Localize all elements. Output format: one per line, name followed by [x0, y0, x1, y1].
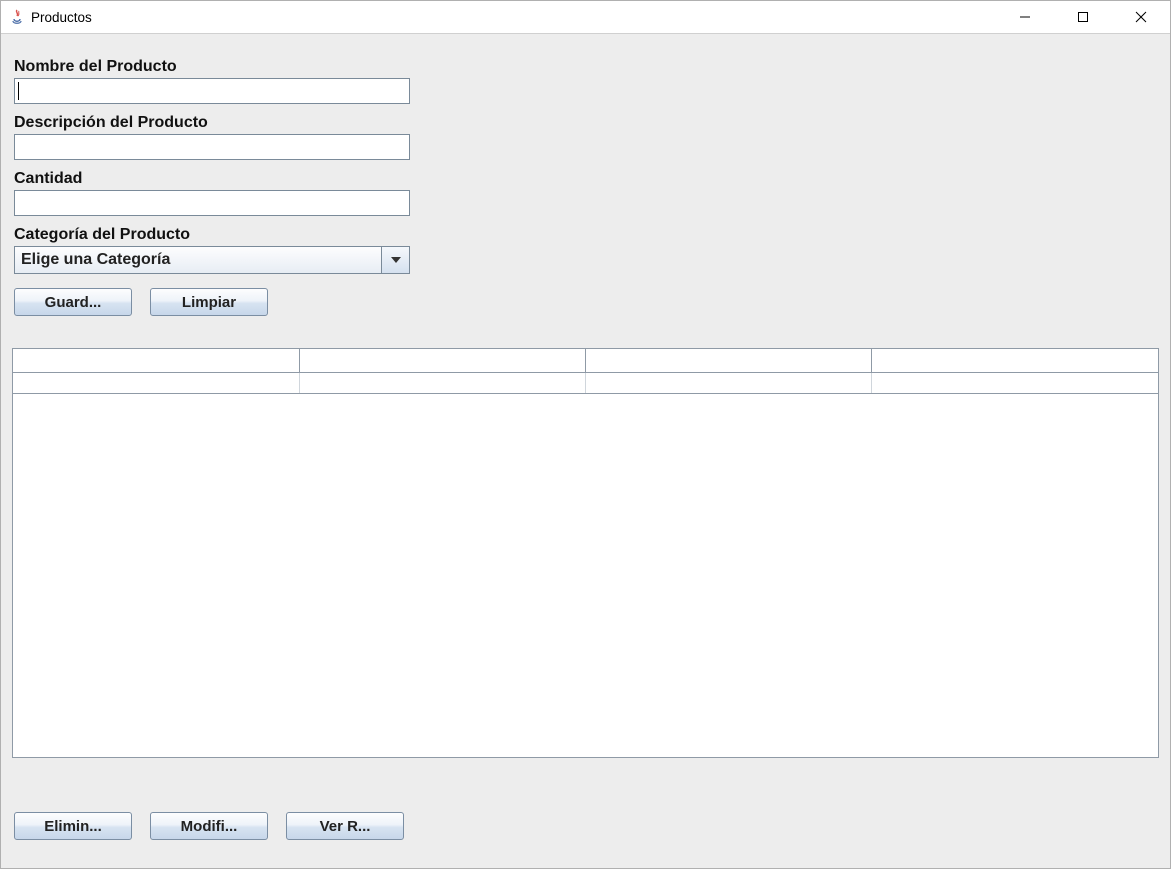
table-header-cell[interactable] — [872, 349, 1158, 372]
categoria-selected-value: Elige una Categoría — [14, 246, 382, 274]
nombre-label: Nombre del Producto — [14, 58, 424, 76]
titlebar[interactable]: Productos — [1, 1, 1170, 34]
window-title: Productos — [31, 10, 92, 25]
categoria-combobox[interactable]: Elige una Categoría — [14, 246, 410, 274]
nombre-input[interactable] — [14, 78, 410, 104]
categoria-label: Categoría del Producto — [14, 226, 424, 244]
text-caret — [18, 82, 19, 100]
limpiar-button[interactable]: Limpiar — [150, 288, 268, 316]
cantidad-input[interactable] — [14, 190, 410, 216]
productos-window: Productos Nombre del Producto Descripció… — [0, 0, 1171, 869]
guardar-button[interactable]: Guard... — [14, 288, 132, 316]
table-cell[interactable] — [13, 372, 299, 393]
table-header-cell[interactable] — [586, 349, 872, 372]
table-cell[interactable] — [586, 372, 872, 393]
product-form: Nombre del Producto Descripción del Prod… — [14, 52, 424, 316]
table-cell[interactable] — [872, 372, 1158, 393]
categoria-dropdown-button[interactable] — [382, 246, 410, 274]
descripcion-label: Descripción del Producto — [14, 114, 424, 132]
table-header-cell[interactable] — [13, 349, 299, 372]
chevron-down-icon — [391, 257, 401, 263]
modificar-button[interactable]: Modifi... — [150, 812, 268, 840]
close-button[interactable] — [1112, 1, 1170, 33]
table-header-cell[interactable] — [299, 349, 585, 372]
products-table[interactable] — [13, 349, 1158, 394]
form-buttons: Guard... Limpiar — [14, 288, 424, 316]
eliminar-button[interactable]: Elimin... — [14, 812, 132, 840]
bottom-buttons: Elimin... Modifi... Ver R... — [14, 812, 404, 840]
descripcion-input[interactable] — [14, 134, 410, 160]
table-row[interactable] — [13, 372, 1158, 393]
maximize-button[interactable] — [1054, 1, 1112, 33]
java-icon — [9, 9, 25, 25]
window-controls — [996, 1, 1170, 34]
client-area: Nombre del Producto Descripción del Prod… — [1, 34, 1170, 868]
products-table-scrollpane[interactable] — [12, 348, 1159, 758]
minimize-button[interactable] — [996, 1, 1054, 33]
ver-registros-button[interactable]: Ver R... — [286, 812, 404, 840]
table-header-row — [13, 349, 1158, 372]
cantidad-label: Cantidad — [14, 170, 424, 188]
table-cell[interactable] — [299, 372, 585, 393]
